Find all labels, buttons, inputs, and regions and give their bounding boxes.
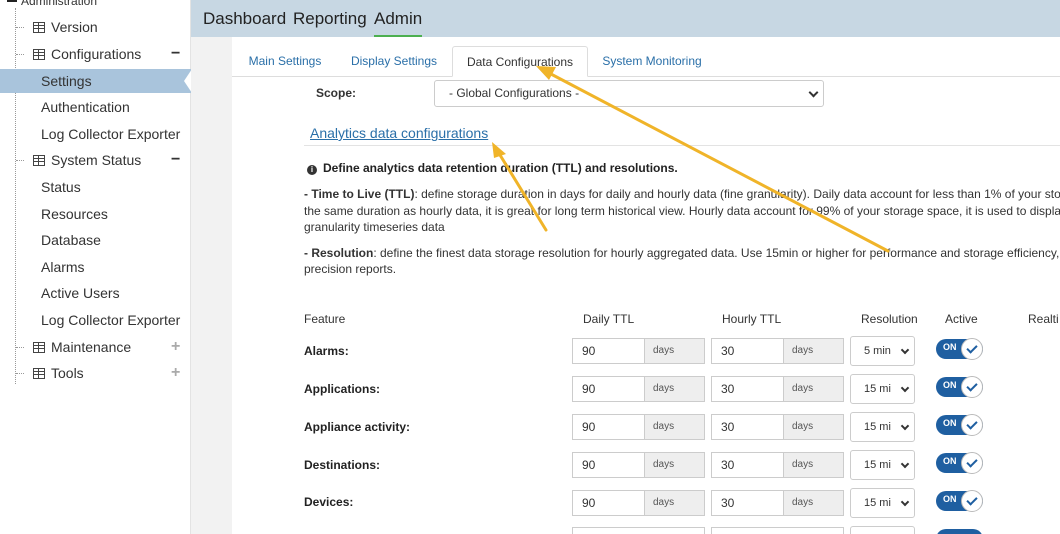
- sidebar: Administration Version Configurations − …: [0, 0, 192, 534]
- header-active: Active: [945, 312, 978, 326]
- expand-icon[interactable]: +: [171, 361, 180, 385]
- sidebar-item-log-collector-exporter[interactable]: Log Collector Exporter: [0, 122, 191, 146]
- check-icon: [961, 414, 983, 436]
- header-daily-ttl: Daily TTL: [583, 312, 635, 326]
- active-toggle[interactable]: ON: [936, 376, 983, 398]
- section-divider: [304, 145, 1060, 146]
- row-feature-label: Applications:: [304, 382, 381, 396]
- row-feature-label: Appliance activity:: [304, 420, 411, 434]
- hourly-ttl-input[interactable]: [711, 527, 844, 534]
- header-feature: Feature: [304, 312, 346, 326]
- resolution-select[interactable]: 15 mi: [850, 412, 915, 442]
- header-hourly-ttl: Hourly TTL: [722, 312, 782, 326]
- scope-selected-value: - Global Configurations -: [449, 86, 580, 100]
- check-icon: [961, 452, 983, 474]
- daily-ttl-input[interactable]: [572, 527, 705, 534]
- daily-ttl-input[interactable]: 90 days: [572, 490, 705, 516]
- settings-tabs: Main Settings Display Settings Data Conf…: [232, 37, 1060, 77]
- tab-data-configurations[interactable]: Data Configurations: [452, 46, 588, 77]
- chevron-down-icon: [900, 383, 910, 393]
- check-icon: [961, 338, 983, 360]
- ttl-description-line-2: the same duration as hourly data, it is …: [304, 204, 1060, 218]
- resolution-select[interactable]: 5 min: [850, 336, 915, 366]
- table-icon: [33, 49, 45, 60]
- hourly-ttl-input[interactable]: 30 days: [711, 376, 844, 402]
- sidebar-item-alarms[interactable]: Alarms: [0, 255, 191, 279]
- check-icon: [961, 490, 983, 512]
- sidebar-item-log-collector-exporter-2[interactable]: Log Collector Exporter: [0, 308, 191, 332]
- row-feature-label: Destinations:: [304, 458, 381, 472]
- header-resolution: Resolution: [861, 312, 918, 326]
- resolution-select[interactable]: [850, 526, 915, 534]
- sidebar-item-resources[interactable]: Resources: [0, 202, 191, 226]
- chevron-down-icon: [900, 459, 910, 469]
- nav-reporting[interactable]: Reporting: [293, 9, 367, 29]
- check-icon: [961, 376, 983, 398]
- content-gutter: [191, 37, 232, 534]
- sidebar-header-administration[interactable]: Administration: [7, 0, 127, 8]
- active-toggle[interactable]: ON: [936, 490, 983, 512]
- info-icon: i: [307, 165, 317, 175]
- table-icon: [33, 342, 45, 353]
- chevron-down-icon: [808, 87, 819, 98]
- sidebar-item-tools[interactable]: Tools +: [0, 361, 191, 385]
- scope-label: Scope:: [316, 86, 357, 100]
- collapse-icon[interactable]: −: [171, 42, 180, 66]
- header-realtime: Realti: [1028, 312, 1059, 326]
- row-feature-label: Devices:: [304, 495, 354, 509]
- sidebar-item-active-users[interactable]: Active Users: [0, 281, 191, 305]
- sidebar-item-status[interactable]: Status: [0, 175, 191, 199]
- tab-main-settings[interactable]: Main Settings: [240, 46, 330, 77]
- scope-select[interactable]: - Global Configurations -: [434, 80, 824, 107]
- daily-ttl-input[interactable]: 90 days: [572, 452, 705, 478]
- analytics-data-configurations-link[interactable]: Analytics data configurations: [310, 125, 488, 141]
- daily-ttl-input[interactable]: 90 days: [572, 376, 705, 402]
- sidebar-item-database[interactable]: Database: [0, 228, 191, 252]
- table-icon: [33, 155, 45, 166]
- active-toggle[interactable]: ON: [936, 414, 983, 436]
- section-info: i Define analytics data retention duratio…: [307, 161, 678, 175]
- tab-display-settings[interactable]: Display Settings: [344, 46, 444, 77]
- nav-dashboard[interactable]: Dashboard: [203, 9, 286, 29]
- chevron-down-icon: [900, 345, 910, 355]
- table-icon: [33, 368, 45, 379]
- sidebar-item-authentication[interactable]: Authentication: [0, 95, 191, 119]
- sidebar-item-version[interactable]: Version: [0, 15, 191, 39]
- hourly-ttl-input[interactable]: 30 days: [711, 414, 844, 440]
- sidebar-item-settings[interactable]: Settings: [0, 69, 192, 93]
- expand-icon[interactable]: +: [171, 335, 180, 359]
- ttl-description-line-1: - Time to Live (TTL): define storage dur…: [304, 187, 1060, 201]
- admin-icon: [7, 0, 17, 2]
- resolution-select[interactable]: 15 mi: [850, 450, 915, 480]
- chevron-down-icon: [900, 497, 910, 507]
- hourly-ttl-input[interactable]: 30 days: [711, 338, 844, 364]
- resolution-select[interactable]: 15 mi: [850, 374, 915, 404]
- tab-system-monitoring[interactable]: System Monitoring: [596, 46, 708, 77]
- ttl-description-line-3: granularity timeseries data: [304, 220, 445, 234]
- active-toggle[interactable]: ON: [936, 338, 983, 360]
- resolution-description-line-1: - Resolution: define the finest data sto…: [304, 246, 1060, 260]
- active-toggle[interactable]: ON: [936, 452, 983, 474]
- top-nav: Dashboard Reporting Admin: [191, 0, 1060, 37]
- nav-admin[interactable]: Admin: [374, 9, 423, 37]
- resolution-select[interactable]: 15 mi: [850, 488, 915, 518]
- row-feature-label: Alarms:: [304, 344, 349, 358]
- daily-ttl-input[interactable]: 90 days: [572, 338, 705, 364]
- active-toggle[interactable]: [936, 529, 983, 534]
- chevron-down-icon: [900, 421, 910, 431]
- hourly-ttl-input[interactable]: 30 days: [711, 452, 844, 478]
- sidebar-item-maintenance[interactable]: Maintenance +: [0, 335, 191, 359]
- table-icon: [33, 22, 45, 33]
- sidebar-item-system-status[interactable]: System Status −: [0, 148, 191, 172]
- resolution-description-line-2: precision reports.: [304, 262, 397, 276]
- collapse-icon[interactable]: −: [171, 148, 180, 172]
- hourly-ttl-input[interactable]: 30 days: [711, 490, 844, 516]
- daily-ttl-input[interactable]: 90 days: [572, 414, 705, 440]
- sidebar-item-configurations[interactable]: Configurations −: [0, 42, 191, 66]
